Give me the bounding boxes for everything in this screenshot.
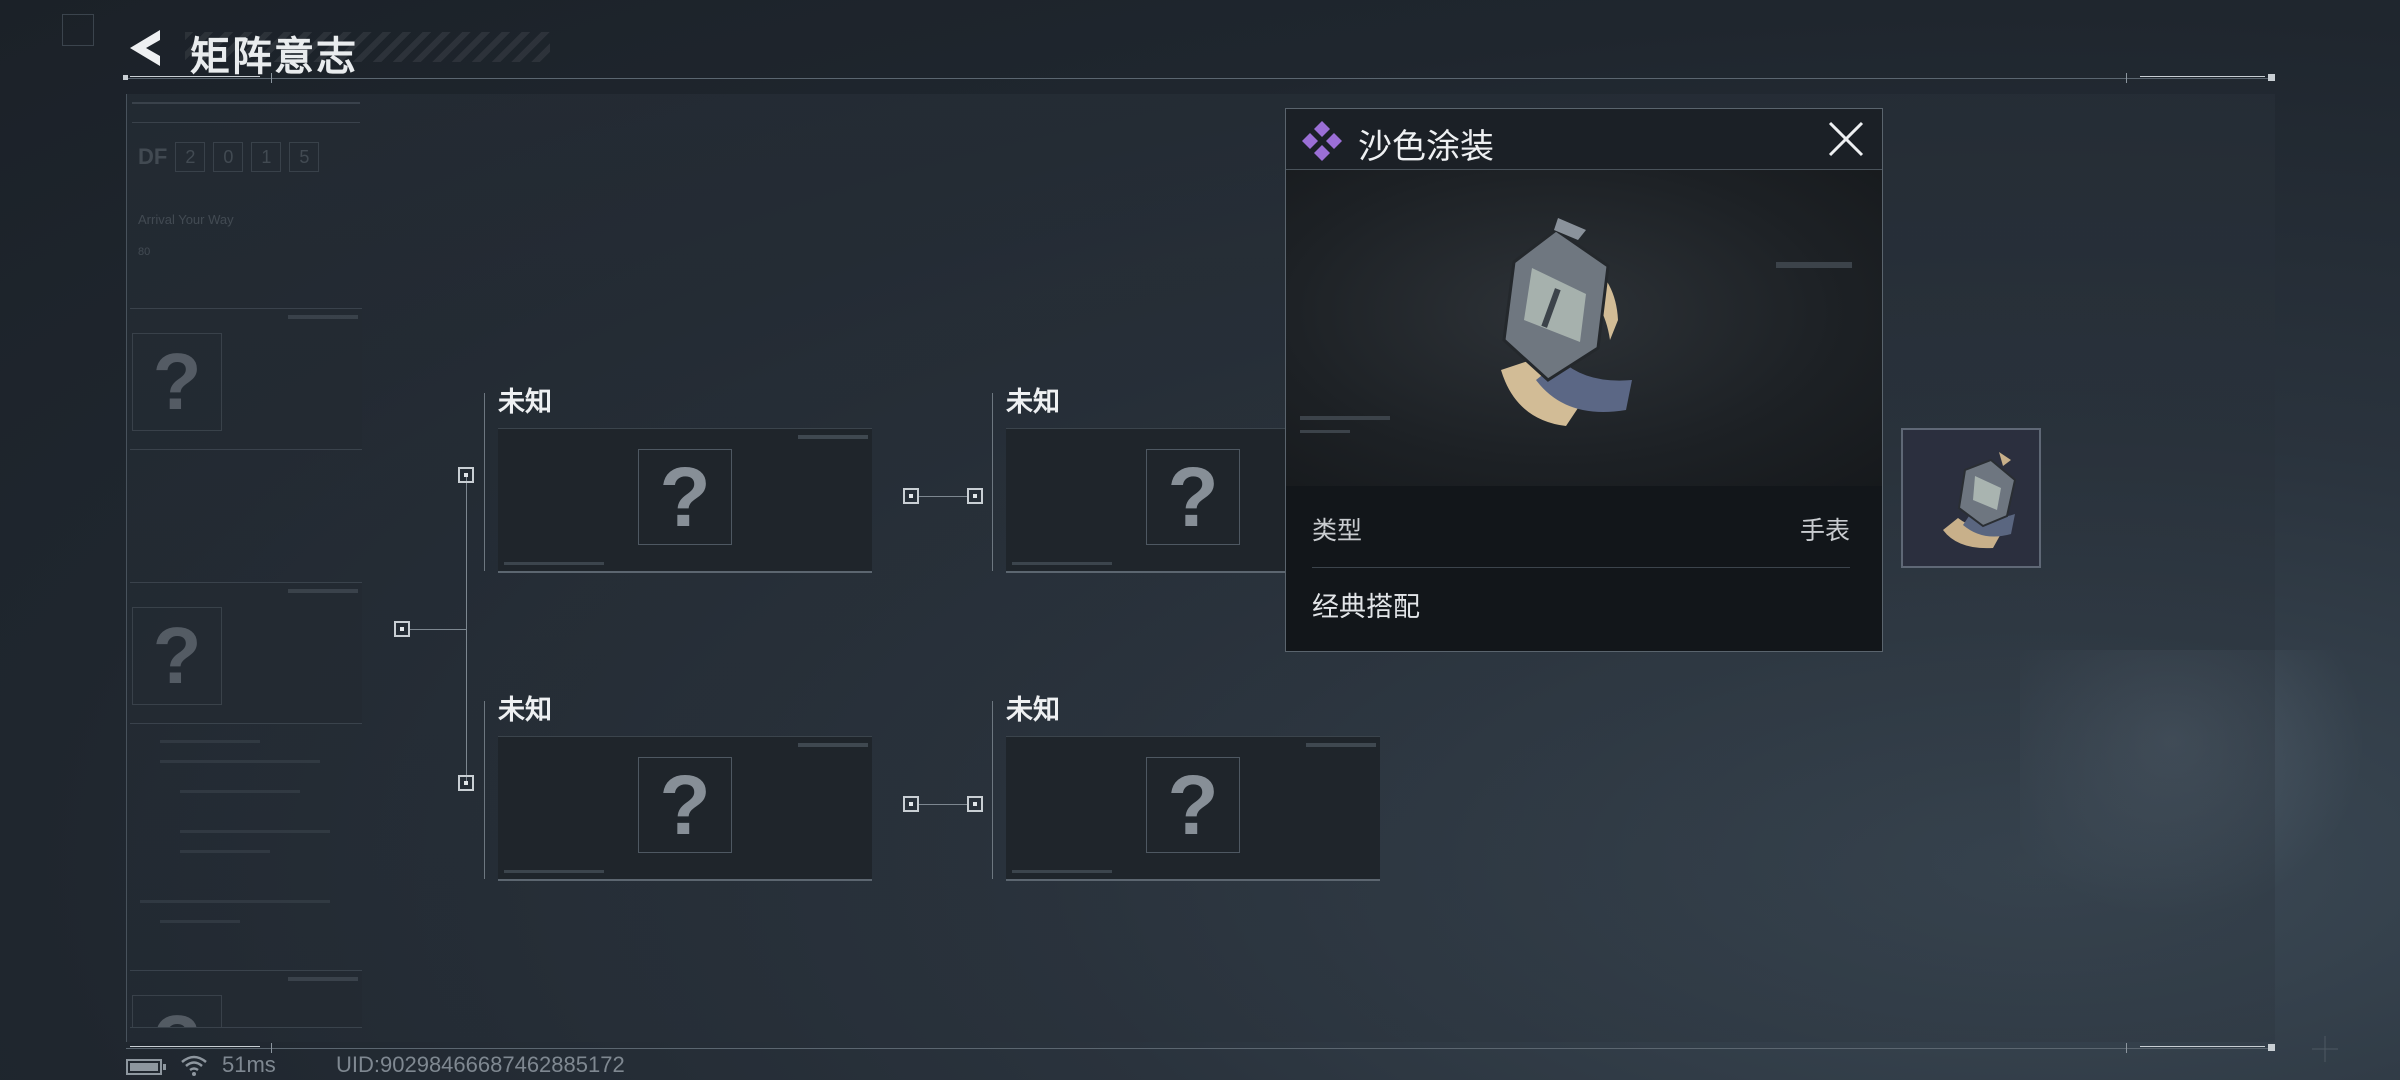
faint-text-line <box>160 740 260 743</box>
card-bracket <box>992 701 993 879</box>
rule-tick <box>271 73 272 83</box>
popup-divider <box>1312 567 1850 568</box>
left-panel-caption: Arrival Your Way <box>138 212 234 227</box>
link-node[interactable] <box>903 796 919 812</box>
df-digit: 5 <box>289 142 320 172</box>
bottom-rule <box>126 1048 2274 1049</box>
item-description: 经典搭配 <box>1312 592 1420 622</box>
unknown-item-icon: ? <box>638 757 732 853</box>
unknown-item-icon: ? <box>638 449 732 545</box>
selected-item-thumbnail[interactable] <box>1901 428 2041 568</box>
card-foot-decor <box>1012 562 1112 565</box>
rule-dot <box>2268 74 2275 81</box>
df-code: DF 2 0 1 5 <box>138 142 320 172</box>
tree-connector <box>466 475 467 783</box>
bottom-rule-highlight-right <box>2140 1046 2265 1047</box>
link-connector <box>919 496 967 497</box>
faint-text-line <box>180 790 300 793</box>
top-rule-highlight-left <box>130 76 260 77</box>
link-node[interactable] <box>967 796 983 812</box>
item-card[interactable]: ? <box>992 701 1380 881</box>
uid-readout: UID:9029846668746288517​2 <box>336 1052 625 1077</box>
df-digit: 0 <box>213 142 244 172</box>
popup-title: 沙色涂装 <box>1358 128 1494 166</box>
tree-branch-node[interactable] <box>458 467 474 483</box>
left-panel: DF 2 0 1 5 Arrival Your Way 80 ? ? ? <box>130 100 362 1030</box>
faint-text-line <box>160 920 240 923</box>
rule-dot <box>123 75 128 80</box>
card-tag <box>288 589 358 593</box>
df-label: DF <box>138 144 168 169</box>
card-tag <box>1306 743 1376 747</box>
crosshair-icon <box>2312 1036 2338 1062</box>
watch-icon <box>1943 452 2017 549</box>
back-button[interactable] <box>122 24 170 72</box>
unknown-item-icon: ? <box>132 333 222 431</box>
item-card[interactable]: ? <box>484 701 872 881</box>
left-panel-rule <box>132 102 360 104</box>
rule-tick <box>2126 73 2127 83</box>
item-label: 未知 <box>498 695 552 725</box>
item-detail-popup: 沙色涂装 类型 手表 经典搭配 <box>1285 108 1883 652</box>
item-card[interactable]: ? <box>484 393 872 573</box>
type-value: 手表 <box>1799 517 1850 545</box>
card-bracket <box>484 701 485 879</box>
back-arrow-icon <box>130 30 160 66</box>
left-card: ? <box>130 582 362 724</box>
link-node[interactable] <box>967 488 983 504</box>
top-rule-highlight-right <box>2140 76 2265 77</box>
item-preview-image <box>1286 170 1882 486</box>
tree-branch-node[interactable] <box>458 775 474 791</box>
card-foot-decor <box>1012 870 1112 873</box>
card-bracket <box>992 393 993 571</box>
rule-tick <box>2126 1043 2127 1053</box>
watch-icon <box>1300 218 1852 433</box>
item-label: 未知 <box>1006 695 1060 725</box>
link-connector <box>919 804 967 805</box>
unknown-item-icon: ? <box>132 995 222 1027</box>
left-card: ? <box>130 308 362 450</box>
top-rule <box>126 78 2274 79</box>
card-tag <box>288 977 358 981</box>
left-card: ? <box>130 970 362 1028</box>
item-label: 未知 <box>498 387 552 417</box>
rule-dot <box>2268 1044 2275 1051</box>
ping-readout: 51ms <box>222 1052 276 1077</box>
card-tag <box>798 743 868 747</box>
faint-text-line <box>140 900 330 903</box>
unknown-item-icon: ? <box>1146 757 1240 853</box>
card-foot-decor <box>504 870 604 873</box>
close-icon[interactable] <box>1826 119 1866 159</box>
page-title: 矩阵意志 <box>190 35 358 79</box>
unknown-item-icon: ? <box>132 607 222 705</box>
type-label: 类型 <box>1312 517 1363 545</box>
faint-text-line <box>180 850 270 853</box>
card-foot-decor <box>504 562 604 565</box>
wifi-icon <box>181 1055 207 1076</box>
link-node[interactable] <box>903 488 919 504</box>
faint-text-line <box>180 830 330 833</box>
rarity-diamond-icon <box>1302 121 1342 161</box>
left-panel-caption-sub: 80 <box>138 246 151 258</box>
card-tag <box>798 435 868 439</box>
corner-marker <box>62 14 94 46</box>
unknown-item-icon: ? <box>1146 449 1240 545</box>
left-panel-rule <box>132 122 360 123</box>
battery-icon <box>126 1059 166 1075</box>
card-bracket <box>484 393 485 571</box>
faint-text-line <box>160 760 320 763</box>
df-digit: 2 <box>175 142 206 172</box>
item-label: 未知 <box>1006 387 1060 417</box>
card-tag <box>288 315 358 319</box>
tree-root-node[interactable] <box>394 621 410 637</box>
popup-header: 沙色涂装 <box>1286 109 1882 170</box>
df-digit: 1 <box>251 142 282 172</box>
bottom-rule-highlight-left <box>130 1046 260 1047</box>
tree-connector <box>410 629 466 630</box>
